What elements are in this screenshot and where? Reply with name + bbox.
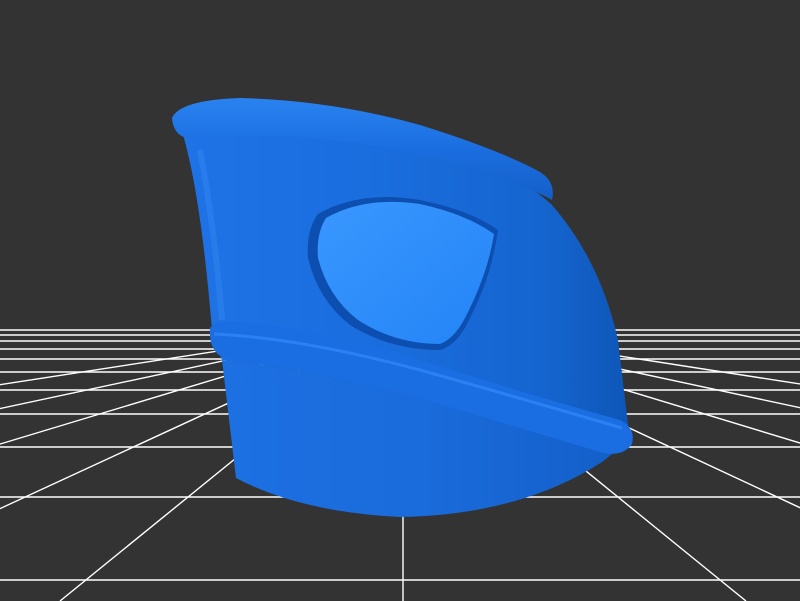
scene-canvas [0, 98, 800, 601]
3d-model[interactable] [172, 98, 633, 517]
3d-viewport[interactable] [0, 0, 800, 601]
